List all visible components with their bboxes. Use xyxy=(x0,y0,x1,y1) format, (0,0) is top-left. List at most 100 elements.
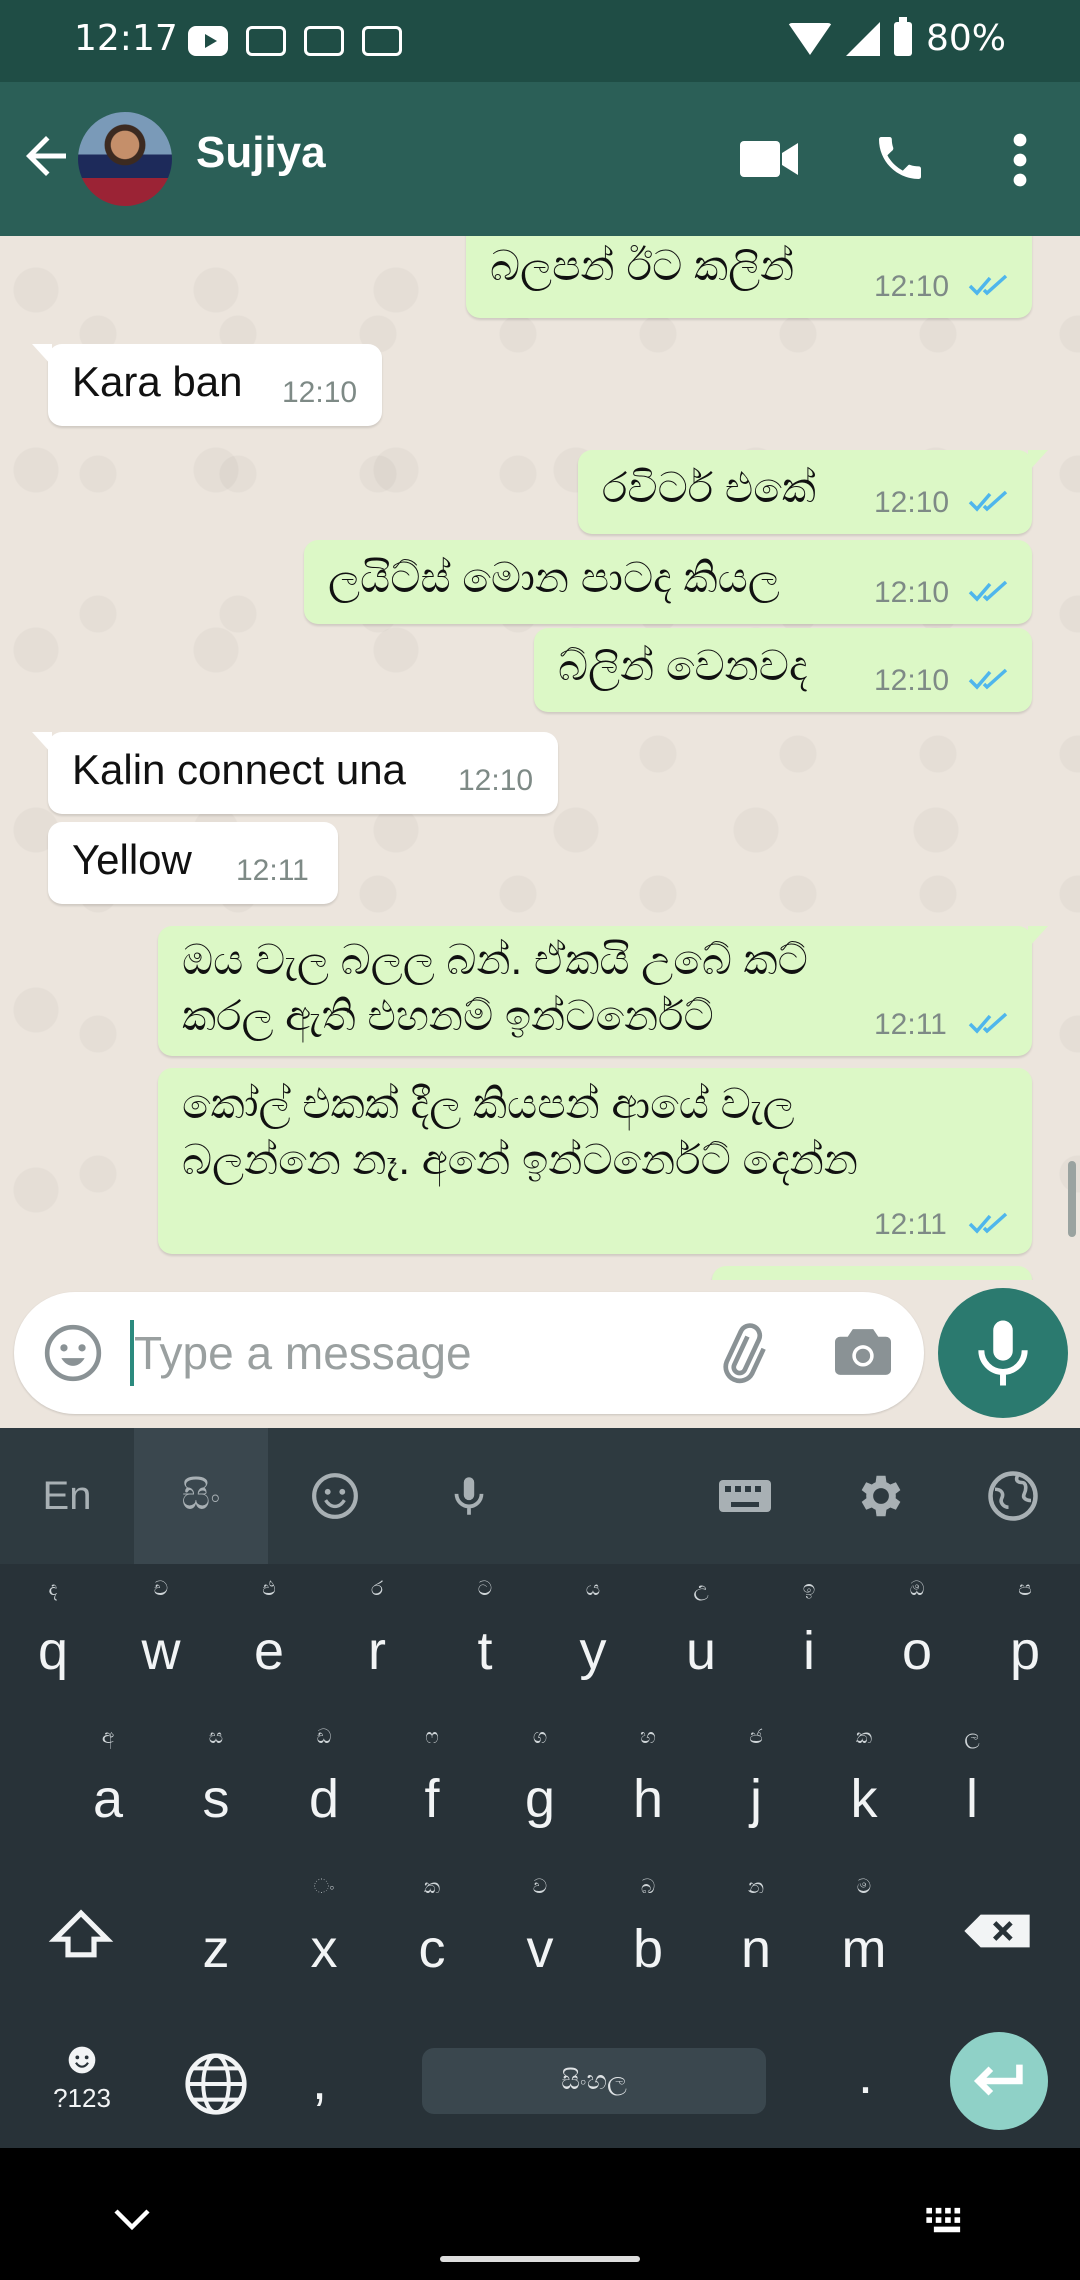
key-t[interactable]: ටt xyxy=(431,1564,539,1704)
key-l[interactable]: ලl xyxy=(918,1712,1026,1852)
language-sinhala-label: සිං xyxy=(181,1473,221,1518)
symbols-key[interactable]: ?123 xyxy=(40,2044,124,2120)
gmail-icon xyxy=(362,26,402,56)
key-hint: ක xyxy=(423,1876,441,1898)
message-text: Kara ban xyxy=(72,358,243,405)
shift-icon[interactable] xyxy=(48,1908,114,1960)
keyboard-layout-button[interactable] xyxy=(678,1428,812,1564)
voice-call-icon[interactable] xyxy=(872,130,928,186)
key-q[interactable]: දq xyxy=(0,1564,107,1704)
scrollbar[interactable] xyxy=(1068,1161,1076,1237)
key-v[interactable]: වv xyxy=(486,1862,594,2002)
message-outgoing[interactable]: බ්ලින් වෙනවද 12:10 xyxy=(534,628,1032,712)
key-w[interactable]: චw xyxy=(107,1564,215,1704)
key-s[interactable]: සs xyxy=(162,1712,270,1852)
key-hint: න xyxy=(747,1876,765,1898)
notification-icons xyxy=(188,26,402,56)
hide-keyboard-chevron-icon[interactable] xyxy=(112,2206,152,2232)
key-label: d xyxy=(308,1769,340,1829)
key-label: j xyxy=(750,1769,762,1829)
key-hint: ඉ xyxy=(802,1578,816,1600)
voice-typing-button[interactable] xyxy=(402,1428,536,1564)
more-options-icon[interactable] xyxy=(1000,132,1040,188)
key-hint: ප xyxy=(1018,1578,1032,1600)
key-n[interactable]: නn xyxy=(702,1862,810,2002)
emoji-icon[interactable] xyxy=(42,1322,104,1384)
key-x[interactable]: ං x xyxy=(270,1862,378,2002)
message-text: Yellow xyxy=(72,836,192,883)
message-outgoing[interactable]: රවිටර් එකේ 12:10 xyxy=(578,450,1048,534)
comma-key[interactable]: , xyxy=(312,2050,327,2112)
key-g[interactable]: ගg xyxy=(486,1712,594,1852)
symbols-label: ?123 xyxy=(53,2083,111,2113)
emoji-keyboard-button[interactable] xyxy=(268,1428,402,1564)
key-m[interactable]: මm xyxy=(810,1862,918,2002)
chat-messages[interactable]: බලපන් ඊට කලින් 12:10 Kara ban 12:10 රවිට… xyxy=(0,236,1080,1280)
key-d[interactable]: ඩd xyxy=(270,1712,378,1852)
voice-record-button[interactable] xyxy=(938,1288,1068,1418)
key-h[interactable]: හh xyxy=(594,1712,702,1852)
camera-icon[interactable] xyxy=(832,1324,894,1380)
theme-button[interactable] xyxy=(946,1428,1080,1564)
message-outgoing[interactable]: ලයිට්ස් මොන පාටද කියල 12:10 xyxy=(304,540,1032,624)
language-sinhala-button[interactable]: සිං xyxy=(134,1428,268,1564)
attach-icon[interactable] xyxy=(708,1322,774,1388)
key-label: o xyxy=(901,1621,933,1681)
message-incoming[interactable]: Kalin connect una 12:10 xyxy=(32,732,558,814)
home-gesture-handle[interactable] xyxy=(440,2256,640,2262)
key-u[interactable]: උu xyxy=(647,1564,755,1704)
key-label: l xyxy=(966,1769,978,1829)
key-b[interactable]: බb xyxy=(594,1862,702,2002)
enter-key[interactable] xyxy=(950,2032,1048,2130)
back-arrow-icon[interactable] xyxy=(16,126,76,186)
language-english-button[interactable]: En xyxy=(0,1428,134,1564)
read-receipt-icon xyxy=(968,274,1008,296)
key-y[interactable]: යy xyxy=(539,1564,647,1704)
video-call-icon[interactable] xyxy=(740,138,800,180)
period-key[interactable]: . xyxy=(858,2044,873,2106)
read-receipt-icon xyxy=(968,490,1008,512)
key-label: p xyxy=(1009,1621,1041,1681)
key-hint: ඔ xyxy=(909,1578,925,1600)
key-i[interactable]: ඉi xyxy=(755,1564,863,1704)
backspace-icon[interactable] xyxy=(962,1912,1032,1950)
key-label: m xyxy=(841,1919,887,1979)
key-label: r xyxy=(368,1621,386,1681)
message-input[interactable] xyxy=(132,1312,692,1394)
keyboard-settings-button[interactable] xyxy=(812,1428,946,1564)
message-incoming[interactable]: Kara ban 12:10 xyxy=(32,344,382,426)
key-c[interactable]: කc xyxy=(378,1862,486,2002)
key-hint: ස xyxy=(208,1726,224,1748)
key-o[interactable]: ඔo xyxy=(863,1564,971,1704)
key-r[interactable]: රr xyxy=(323,1564,431,1704)
key-e[interactable]: එe xyxy=(215,1564,323,1704)
message-outgoing[interactable]: බලපන් ඊට කලින් 12:10 xyxy=(466,236,1032,318)
language-switch-globe-icon[interactable] xyxy=(182,2050,250,2118)
key-f[interactable]: ෆf xyxy=(378,1712,486,1852)
key-a[interactable]: අa xyxy=(54,1712,162,1852)
read-receipt-icon xyxy=(968,1212,1008,1234)
message-text: ලයිට්ස් මොන පාටද කියල xyxy=(328,554,780,601)
key-k[interactable]: කk xyxy=(810,1712,918,1852)
message-outgoing-partial xyxy=(712,1266,1032,1280)
space-bar[interactable]: සිංහල xyxy=(422,2048,766,2114)
message-outgoing[interactable]: කෝල් එකක් දීල කියපන් ආයේ වැල බලන්නෙ නෑ. … xyxy=(158,1068,1032,1254)
message-incoming[interactable]: Yellow 12:11 xyxy=(48,822,338,904)
message-text: රවිටර් එකේ xyxy=(602,464,816,511)
key-j[interactable]: ජj xyxy=(702,1712,810,1852)
contact-name[interactable]: Sujiya xyxy=(196,128,326,178)
key-hint: ග xyxy=(532,1726,548,1748)
message-text: Kalin connect una xyxy=(72,746,406,793)
message-outgoing[interactable]: ඔය වැල බලල බන්. ඒකයි උබේ කට් කරල ඇති එහන… xyxy=(158,926,1048,1056)
bubble-tail xyxy=(1028,926,1048,948)
key-label: u xyxy=(685,1621,717,1681)
key-label: v xyxy=(526,1919,554,1979)
key-hint: හ xyxy=(640,1726,656,1748)
keyboard-switcher-icon[interactable] xyxy=(924,2206,970,2236)
emoji-icon xyxy=(312,1473,358,1519)
key-z[interactable]: z xyxy=(162,1862,270,2002)
avatar[interactable] xyxy=(78,112,172,206)
key-p[interactable]: පp xyxy=(971,1564,1079,1704)
message-time: 12:10 xyxy=(282,376,358,409)
key-hint: ඩ xyxy=(316,1726,332,1748)
